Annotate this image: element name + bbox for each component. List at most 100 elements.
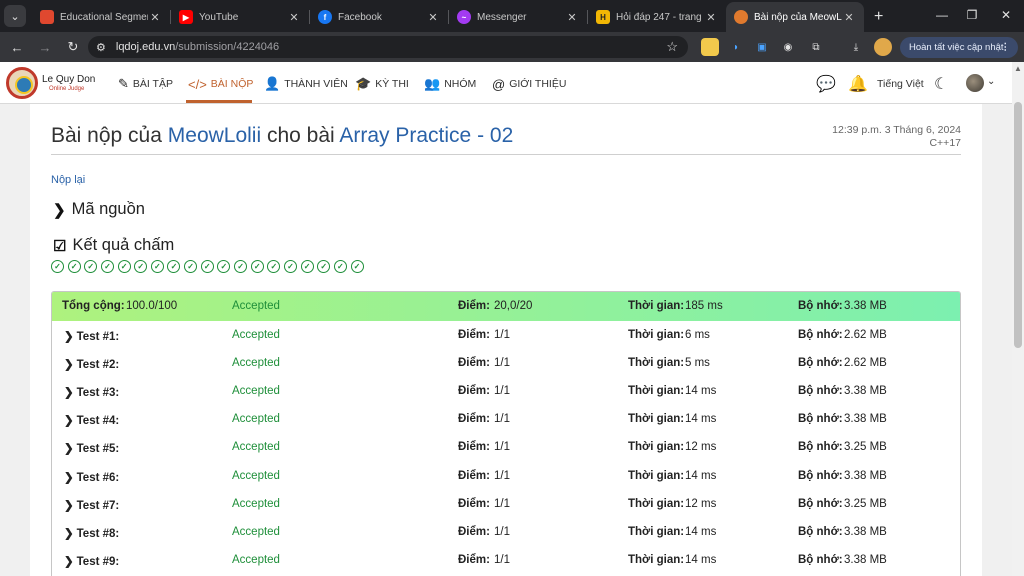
camera-extension-icon[interactable]: ◉ [779,38,797,56]
test-passed-check-icon[interactable]: ✓ [267,260,281,273]
test-case-row[interactable]: ❯ Test #4: Accepted Điểm: 1/1 Thời gian: 14 ms… [52,405,960,433]
problem-link[interactable]: Array Practice - 02 [339,124,513,147]
tab-search-dropdown-icon[interactable]: ⌄ [4,5,26,27]
test-case-row[interactable]: ❯ Test #5: Accepted Điểm: 1/1 Thời gian: 12 ms… [52,433,960,461]
test-name[interactable]: ❯ Test #7: [64,498,119,512]
test-passed-check-icon[interactable]: ✓ [317,260,331,273]
minimize-icon[interactable]: — [926,0,958,30]
test-case-row[interactable]: ❯ Test #8: Accepted Điểm: 1/1 Thời gian: 14 ms… [52,518,960,546]
test-passed-check-icon[interactable]: ✓ [184,260,198,273]
test-passed-check-icon[interactable]: ✓ [333,260,347,273]
extensions-puzzle-icon[interactable]: ⧉ [807,38,825,56]
test-case-row[interactable]: ❯ Test #1: Accepted Điểm: 1/1 Thời gian: 6 ms B… [52,321,960,349]
address-bar[interactable]: ⚙ lqdoj.edu.vn/submission/4224046 ☆ [88,36,688,58]
scrollbar-thumb[interactable] [1014,102,1022,348]
test-passed-check-icon[interactable]: ✓ [283,260,297,273]
close-tab-icon[interactable]: ✕ [842,11,856,24]
close-tab-icon[interactable]: ✕ [565,11,579,24]
test-passed-check-icon[interactable]: ✓ [300,260,314,273]
user-link[interactable]: MeowLolii [168,124,261,147]
test-passed-check-icon[interactable]: ✓ [234,260,248,273]
close-window-icon[interactable]: ✕ [990,0,1022,30]
time-label: Thời gian: [628,329,685,341]
page-scrollbar[interactable]: ▲ [1012,62,1024,576]
total-status: Accepted [232,300,280,312]
test-memory: 2.62 MB [844,329,887,341]
notes-extension-icon[interactable] [701,38,719,56]
nav-problems[interactable]: ✎ BÀI TẬP [118,76,173,92]
chevron-down-icon[interactable]: ⌄ [987,76,995,87]
test-passed-check-icon[interactable]: ✓ [200,260,214,273]
screenshot-extension-icon[interactable]: ▣ [753,38,771,56]
test-passed-check-icon[interactable]: ✓ [100,260,114,273]
test-passed-check-icon[interactable]: ✓ [167,260,181,273]
site-logo-icon[interactable] [6,67,38,99]
browser-tab[interactable]: f Facebook ✕ [310,2,448,32]
test-passed-check-icon[interactable]: ✓ [117,260,131,273]
reload-icon[interactable]: ↻ [60,34,86,60]
tab-title: Messenger [477,11,527,23]
close-tab-icon[interactable]: ✕ [704,11,718,24]
user-avatar[interactable] [966,74,984,92]
nav-submissions[interactable]: </> BÀI NỘP [188,76,253,92]
bookmark-star-icon[interactable]: ☆ [666,39,678,55]
close-tab-icon[interactable]: ✕ [148,11,162,24]
test-case-row[interactable]: ❯ Test #3: Accepted Điểm: 1/1 Thời gian: 14 ms… [52,377,960,405]
browser-tab[interactable]: Educational Segment ✕ [32,2,170,32]
new-tab-icon[interactable]: + [864,8,893,32]
test-name[interactable]: ❯ Test #4: [64,413,119,427]
back-icon[interactable]: ← [4,34,30,60]
nav-users[interactable]: 👤 THÀNH VIÊN [264,76,348,92]
test-time: 6 ms [685,329,710,341]
browser-tab[interactable]: ▶ YouTube ✕ [171,2,309,32]
audio-extension-icon[interactable]: ◗ [727,38,745,56]
submission-date: 12:39 p.m. 3 Tháng 6, 2024 [832,124,961,136]
test-passed-check-icon[interactable]: ✓ [51,260,64,273]
test-name[interactable]: ❯ Test #1: [64,329,119,343]
update-browser-button[interactable]: Hoàn tất việc cập nhật ⋮ [900,37,1018,58]
test-name[interactable]: ❯ Test #3: [64,385,119,399]
test-case-row[interactable]: ❯ Test #7: Accepted Điểm: 1/1 Thời gian: 12 ms… [52,490,960,518]
nav-contests[interactable]: 🎓 KỲ THI [355,76,409,92]
test-passed-check-icon[interactable]: ✓ [250,260,264,273]
test-passed-check-icon[interactable]: ✓ [84,260,98,273]
language-switcher[interactable]: Tiếng Việt [877,78,924,90]
test-passed-check-icon[interactable]: ✓ [350,260,364,273]
dark-mode-moon-icon[interactable]: ☾ [934,74,948,94]
test-case-row[interactable]: ❯ Test #9: Accepted Điểm: 1/1 Thời gian: 14 ms… [52,546,960,574]
test-name[interactable]: ❯ Test #5: [64,441,119,455]
more-menu-icon[interactable]: ⋮ [1001,42,1011,53]
restore-icon[interactable]: ❐ [956,0,988,30]
submission-card: Bài nộp của MeowLolii cho bài Array Prac… [30,104,982,576]
test-case-row[interactable]: ❯ Test #2: Accepted Điểm: 1/1 Thời gian: 5 ms B… [52,349,960,377]
close-tab-icon[interactable]: ✕ [287,11,301,24]
resubmit-link[interactable]: Nộp lại [51,174,85,186]
nav-groups[interactable]: 👥 NHÓM [424,76,476,92]
nav-about[interactable]: @ GIỚI THIỆU [492,76,566,92]
test-case-row[interactable]: ❯ Test #6: Accepted Điểm: 1/1 Thời gian: 14 ms… [52,462,960,490]
test-passed-check-icon[interactable]: ✓ [217,260,231,273]
browser-tab[interactable]: H Hỏi đáp 247 - trang t ✕ [588,2,726,32]
test-passed-check-icon[interactable]: ✓ [134,260,148,273]
time-label: Thời gian: [628,413,685,426]
close-tab-icon[interactable]: ✕ [426,11,440,24]
test-name[interactable]: ❯ Test #2: [64,357,119,371]
site-info-icon[interactable]: ⚙ [96,41,106,54]
browser-tab-active[interactable]: Bài nộp của MeowLol ✕ [726,2,864,32]
test-passed-check-icon[interactable]: ✓ [150,260,164,273]
test-score: 1/1 [494,469,510,482]
test-name[interactable]: ❯ Test #6: [64,470,119,484]
score-label: Điểm: [458,469,490,482]
profile-avatar-icon[interactable] [874,38,892,56]
test-passed-check-icon[interactable]: ✓ [67,260,81,273]
forward-icon[interactable]: → [32,34,58,60]
brand-name[interactable]: Le Quy Don [42,74,95,85]
test-name[interactable]: ❯ Test #9: [64,554,119,568]
chat-icon[interactable]: 💬 [816,74,836,94]
scroll-up-icon[interactable]: ▲ [1014,64,1022,73]
browser-tab[interactable]: ~ Messenger ✕ [449,2,587,32]
source-code-toggle[interactable]: ❯ Mã nguồn [53,200,145,219]
test-name[interactable]: ❯ Test #8: [64,526,119,540]
bell-icon[interactable]: 🔔 [848,74,868,94]
download-icon[interactable]: ⤓ [847,38,865,56]
